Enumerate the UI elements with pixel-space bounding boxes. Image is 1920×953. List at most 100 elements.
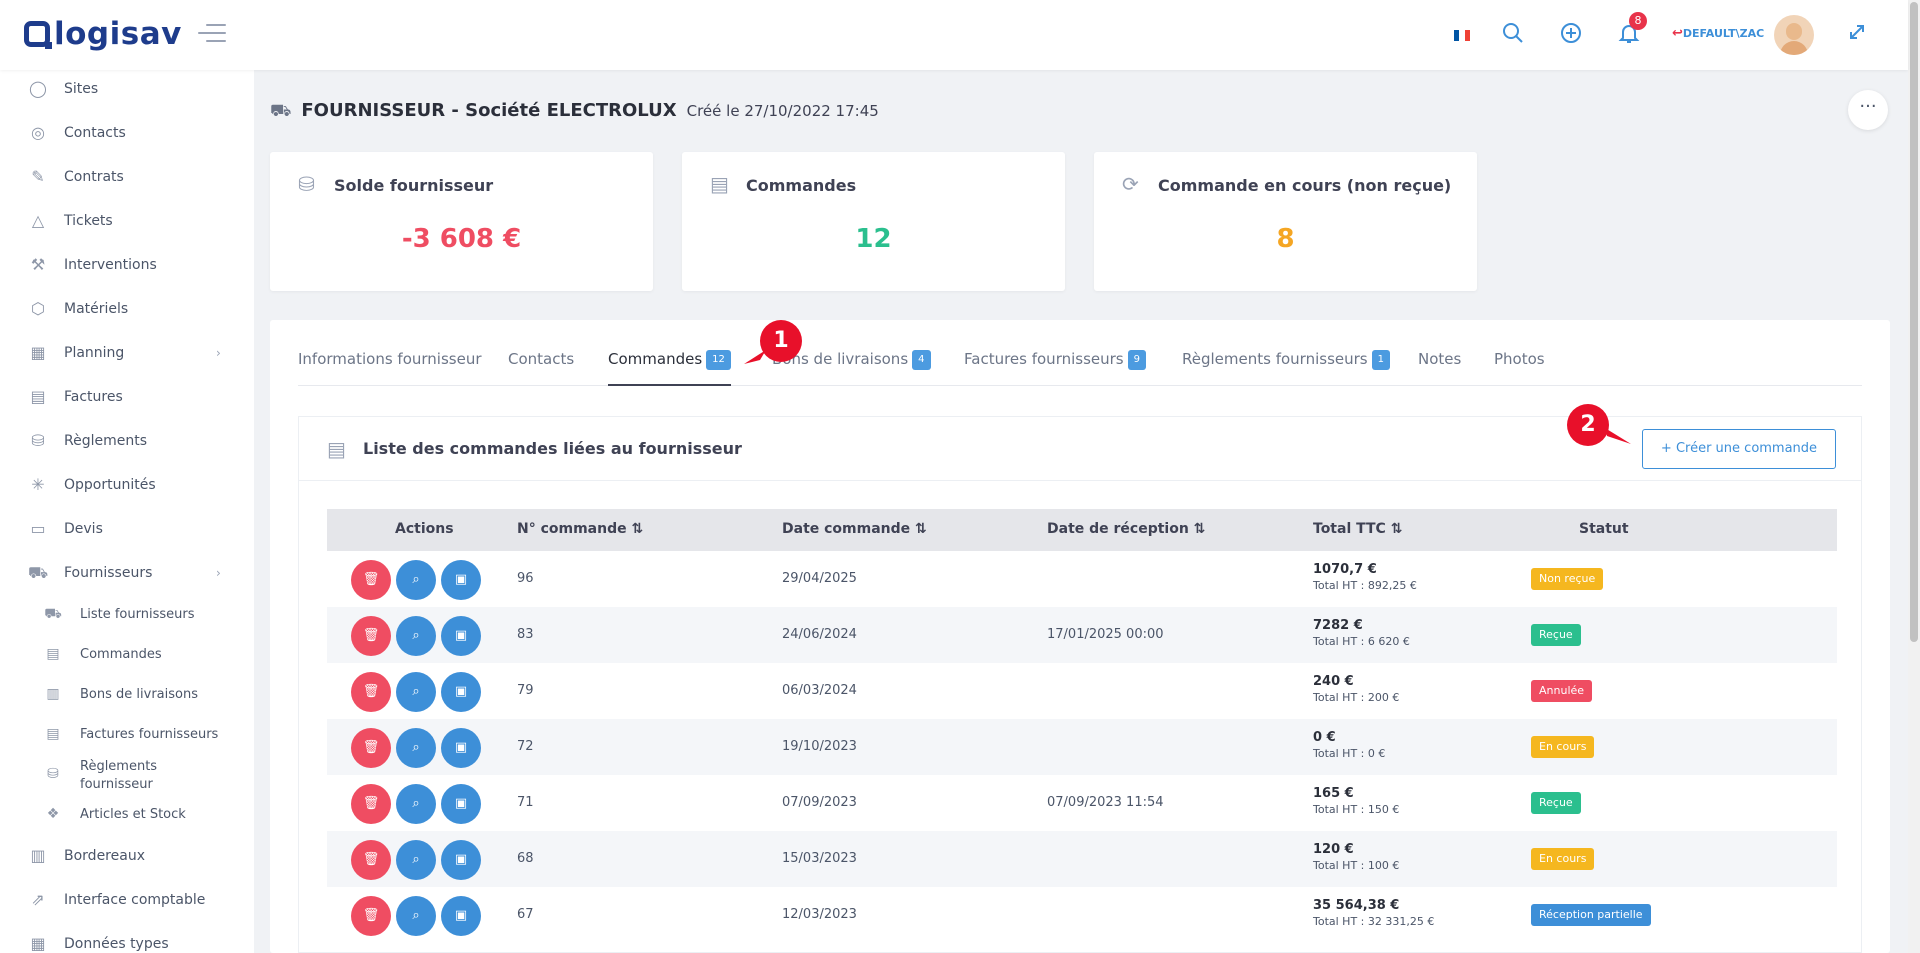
page-scrollbar[interactable] (1908, 0, 1920, 953)
sidebar-item-fournisseurs[interactable]: ⛟ Fournisseurs › (0, 555, 254, 591)
delete-button[interactable]: 🗑 (351, 728, 391, 768)
scrollbar-thumb[interactable] (1910, 2, 1918, 642)
reception-date: 07/09/2023 11:54 (1047, 795, 1164, 810)
tab-notes[interactable]: Notes (1418, 338, 1461, 386)
sidebar-subitem-label: Commandes (80, 647, 162, 662)
view-button[interactable]: ⌕ (396, 616, 436, 656)
stat-value: 8 (1276, 224, 1295, 254)
language-flag-icon[interactable] (1454, 30, 1470, 41)
view-button[interactable]: ⌕ (396, 560, 436, 600)
pdf-button[interactable]: ▣ (441, 896, 481, 936)
order-total: 1070,7 € Total HT : 892,25 € (1313, 562, 1417, 592)
order-date: 06/03/2024 (782, 683, 857, 698)
sidebar-item-contrats[interactable]: ✎ Contrats (0, 159, 254, 195)
wrench-icon: ⚒ (30, 255, 46, 274)
sidebar-item-donnees-types[interactable]: ▦ Données types (0, 926, 254, 953)
tab-reglements-fournisseurs[interactable]: Règlements fournisseurs 1 (1182, 338, 1390, 386)
external-icon: ⇗ (31, 890, 45, 909)
row-actions: 🗑 ⌕ ▣ (351, 840, 486, 880)
order-date: 29/04/2025 (782, 571, 857, 586)
pdf-button[interactable]: ▣ (441, 672, 481, 712)
callout-marker-2: 2 (1567, 404, 1631, 446)
total-ht: Total HT : 32 331,25 € (1313, 915, 1435, 928)
truck-icon: ⛟ (270, 101, 292, 121)
view-button[interactable]: ⌕ (396, 672, 436, 712)
sidebar-item-reglements[interactable]: ⛁ Règlements (0, 423, 254, 459)
tab-contacts[interactable]: Contacts (508, 338, 574, 386)
view-button[interactable]: ⌕ (396, 784, 436, 824)
fullscreen-icon[interactable] (1844, 22, 1870, 48)
create-order-button[interactable]: + Créer une commande (1642, 429, 1836, 469)
sidebar-item-devis[interactable]: ▭ Devis (0, 511, 254, 547)
truck-icon: ⛟ (28, 563, 49, 582)
row-actions: 🗑 ⌕ ▣ (351, 560, 486, 600)
sidebar-subitem-label: Factures fournisseurs (80, 727, 219, 742)
view-button[interactable]: ⌕ (396, 728, 436, 768)
pdf-icon: ▣ (454, 684, 468, 699)
more-options-button[interactable]: ··· (1848, 90, 1888, 130)
orders-list-card: ▤ Liste des commandes liées au fournisse… (298, 416, 1862, 953)
sidebar-item-label: Matériels (64, 301, 129, 317)
tab-commandes[interactable]: Commandes 12 (608, 338, 731, 386)
sidebar-item-interventions[interactable]: ⚒ Interventions (0, 247, 254, 283)
user-label: DEFAULT\ZAC (1682, 27, 1765, 40)
sidebar-item-contacts[interactable]: ◎ Contacts (0, 115, 254, 151)
column-header-numero[interactable]: N° commande ⇅ (517, 521, 643, 537)
pdf-button[interactable]: ▣ (441, 840, 481, 880)
delete-button[interactable]: 🗑 (351, 672, 391, 712)
column-header-total-ttc[interactable]: Total TTC ⇅ (1313, 521, 1402, 537)
total-ttc: 1070,7 € (1313, 562, 1377, 577)
contract-icon: ✎ (31, 167, 45, 186)
menu-toggle-icon[interactable] (198, 24, 226, 46)
pdf-icon: ▣ (454, 572, 468, 587)
view-button[interactable]: ⌕ (396, 840, 436, 880)
column-header-date-commande[interactable]: Date commande ⇅ (782, 521, 927, 537)
add-circle-icon[interactable] (1558, 22, 1584, 48)
sidebar-item-label: Tickets (64, 213, 113, 229)
pdf-button[interactable]: ▣ (441, 616, 481, 656)
pdf-button[interactable]: ▣ (441, 728, 481, 768)
stat-title: Commande en cours (non reçue) (1158, 176, 1452, 195)
sidebar-item-bordereaux[interactable]: ▥ Bordereaux (0, 838, 254, 874)
search-icon: ⌕ (412, 796, 420, 811)
app-logo[interactable]: logisav (24, 14, 182, 54)
sidebar-item-opportunites[interactable]: ✳ Opportunités (0, 467, 254, 503)
dropbox-icon: ❖ (46, 806, 60, 822)
warning-icon: △ (31, 211, 45, 230)
total-ht: Total HT : 892,25 € (1313, 579, 1417, 592)
delete-button[interactable]: 🗑 (351, 784, 391, 824)
user-switch[interactable]: ↩DEFAULT\ZAC (1672, 26, 1764, 41)
sidebar-item-factures[interactable]: ▤ Factures (0, 379, 254, 415)
table-row: 🗑 ⌕ ▣ 96 29/04/2025 1070,7 € Total HT : 892,25… (327, 551, 1837, 607)
sidebar-item-tickets[interactable]: △ Tickets (0, 203, 254, 239)
status-badge: Non reçue (1531, 568, 1604, 590)
view-button[interactable]: ⌕ (396, 896, 436, 936)
table-header: Actions N° commande ⇅ Date commande ⇅ Da… (327, 509, 1837, 551)
status-badge: Annulée (1531, 680, 1593, 702)
search-icon[interactable] (1500, 22, 1526, 48)
delete-button[interactable]: 🗑 (351, 896, 391, 936)
tab-photos[interactable]: Photos (1494, 338, 1545, 386)
truck-icon: ⛟ (44, 606, 62, 622)
column-header-date-reception[interactable]: Date de réception ⇅ (1047, 521, 1205, 537)
orders-list-title: Liste des commandes liées au fournisseur (363, 439, 742, 458)
sidebar-item-interface-comptable[interactable]: ⇗ Interface comptable (0, 882, 254, 918)
order-number: 96 (517, 571, 534, 586)
sidebar-item-planning[interactable]: ▦ Planning › (0, 335, 254, 371)
sidebar-subitem-label: Liste fournisseurs (80, 607, 195, 622)
sidebar-item-sites[interactable]: ◯ Sites (0, 71, 254, 107)
total-ttc: 165 € (1313, 786, 1354, 801)
order-date: 07/09/2023 (782, 795, 857, 810)
pdf-button[interactable]: ▣ (441, 560, 481, 600)
tab-factures-fournisseurs[interactable]: Factures fournisseurs 9 (964, 338, 1146, 386)
sidebar-item-label: Interface comptable (64, 892, 206, 908)
tab-informations-fournisseur[interactable]: Informations fournisseur (298, 338, 482, 386)
avatar[interactable] (1774, 15, 1814, 55)
delete-button[interactable]: 🗑 (351, 840, 391, 880)
sidebar-item-label: Contacts (64, 125, 126, 141)
pdf-button[interactable]: ▣ (441, 784, 481, 824)
sidebar-item-materiels[interactable]: ⬡ Matériels (0, 291, 254, 327)
trash-icon: 🗑 (362, 684, 380, 699)
delete-button[interactable]: 🗑 (351, 560, 391, 600)
delete-button[interactable]: 🗑 (351, 616, 391, 656)
